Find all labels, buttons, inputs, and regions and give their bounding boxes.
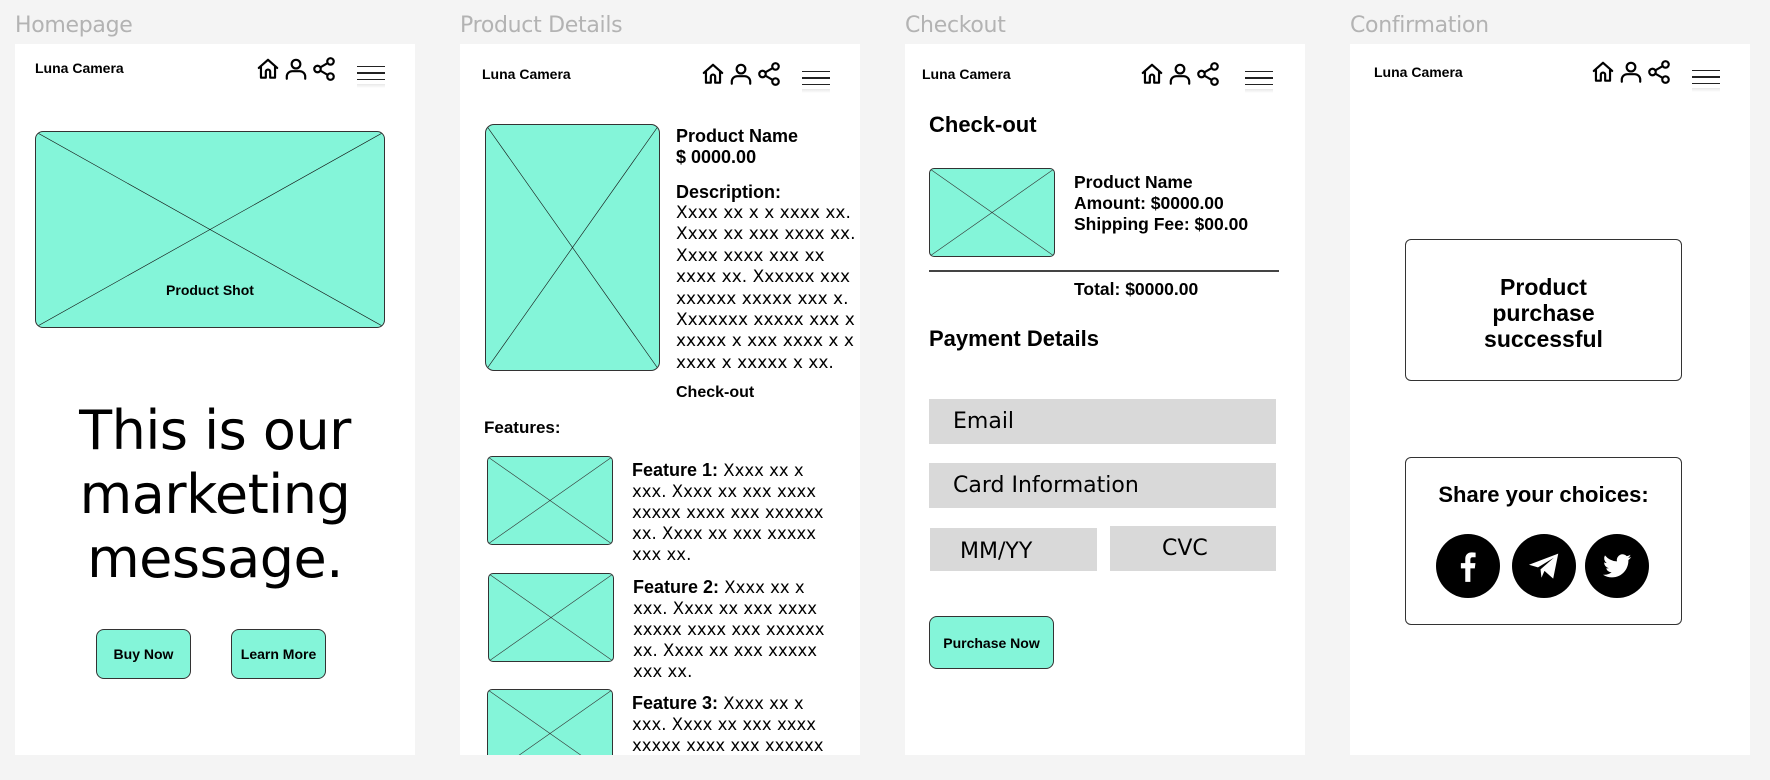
feature-3-text: Feature 3: Xxxx xx x xxx. Xxxx xx xxx xx… <box>632 693 842 755</box>
user-icon[interactable] <box>1167 61 1193 87</box>
checkout-link[interactable]: Check-out <box>676 384 754 402</box>
image-placeholder-icon <box>489 574 613 661</box>
checkout-product-name: Product Name <box>1074 172 1193 192</box>
purchase-success-card: Product purchase successful <box>1405 239 1682 381</box>
brand-logo[interactable]: Luna Camera <box>35 60 124 76</box>
facebook-icon <box>1460 552 1476 582</box>
user-icon[interactable] <box>728 61 754 87</box>
marketing-line: marketing <box>79 463 351 526</box>
cvc-field[interactable]: CVC <box>1110 526 1276 571</box>
description-text: Xxxx xx x x xxxx xx. Xxxx xx xxx xxxx xx… <box>676 203 856 373</box>
description-heading: Description: <box>676 182 782 202</box>
product-details-frame: Luna Camera Product Name $ 0000.00 Descr… <box>460 44 860 755</box>
product-title-block: Product Name $ 0000.00 <box>676 126 798 168</box>
home-icon[interactable] <box>1139 61 1165 87</box>
homepage-frame: Luna Camera Product Shot This is our mar… <box>15 44 415 755</box>
card-information-field[interactable]: Card Information <box>929 463 1276 508</box>
marketing-line: This is our <box>79 399 351 462</box>
checkout-frame: Luna Camera Check-out Product Name Amoun… <box>905 44 1305 755</box>
product-shot-label: Product Shot <box>166 282 254 298</box>
image-placeholder-icon <box>486 125 659 370</box>
summary-divider <box>929 270 1279 272</box>
checkout-title: Check-out <box>929 112 1037 137</box>
share-icon[interactable] <box>1195 61 1221 87</box>
product-name: Product Name <box>676 126 799 146</box>
frame-label-product-details: Product Details <box>460 13 623 38</box>
checkout-total: Total: $0000.00 <box>1074 279 1199 299</box>
marketing-line: message. <box>87 527 343 590</box>
brand-logo[interactable]: Luna Camera <box>922 66 1011 82</box>
home-icon[interactable] <box>700 61 726 87</box>
payment-details-heading: Payment Details <box>929 326 1099 351</box>
header-nav <box>1590 59 1672 85</box>
brand-logo[interactable]: Luna Camera <box>1374 64 1463 80</box>
feature-title: Feature 3: <box>632 693 719 713</box>
features-heading: Features: <box>484 418 561 437</box>
image-placeholder-icon <box>930 169 1054 256</box>
share-icon[interactable] <box>1646 59 1672 85</box>
product-image-placeholder <box>485 124 660 371</box>
checkout-amount: Amount: $0000.00 <box>1074 193 1224 213</box>
feature-title: Feature 2: <box>633 577 720 597</box>
twitter-share-button[interactable] <box>1585 534 1649 598</box>
confirmation-frame: Luna Camera Product purchase successful … <box>1350 44 1750 755</box>
feature-2-image <box>488 573 614 662</box>
frame-label-checkout: Checkout <box>905 13 1006 38</box>
feature-title: Feature 1: <box>632 460 719 480</box>
frame-label-homepage: Homepage <box>15 13 133 38</box>
purchase-now-button[interactable]: Purchase Now <box>929 616 1054 669</box>
share-heading: Share your choices: <box>1438 482 1649 507</box>
feature-1-text: Feature 1: Xxxx xx x xxx. Xxxx xx xxx xx… <box>632 460 842 565</box>
buy-now-button[interactable]: Buy Now <box>96 629 191 679</box>
header-nav <box>255 56 337 82</box>
image-placeholder-icon <box>488 457 612 544</box>
image-placeholder-icon <box>488 690 612 755</box>
telegram-share-button[interactable] <box>1512 534 1576 598</box>
expiry-field[interactable]: MM/YY <box>930 528 1097 571</box>
home-icon[interactable] <box>255 56 281 82</box>
feature-3-image <box>487 689 613 755</box>
learn-more-button[interactable]: Learn More <box>231 629 326 679</box>
success-line: successful <box>1484 326 1603 352</box>
facebook-share-button[interactable] <box>1436 534 1500 598</box>
product-price: $ 0000.00 <box>676 147 757 167</box>
marketing-message: This is our marketing message. <box>15 399 415 591</box>
purchase-success-message: Product purchase successful <box>1406 274 1681 352</box>
success-line: Product <box>1500 274 1587 300</box>
brand-logo[interactable]: Luna Camera <box>482 66 571 82</box>
order-summary: Product Name Amount: $0000.00 Shipping F… <box>1074 172 1248 235</box>
telegram-icon <box>1528 553 1559 579</box>
home-icon[interactable] <box>1590 59 1616 85</box>
checkout-product-image <box>929 168 1055 257</box>
product-shot-placeholder: Product Shot <box>35 131 385 328</box>
feature-1-image <box>487 456 613 545</box>
frame-label-confirmation: Confirmation <box>1350 13 1489 38</box>
header-nav <box>1139 61 1221 87</box>
hamburger-menu-icon[interactable] <box>357 62 385 88</box>
hamburger-menu-icon[interactable] <box>802 67 830 93</box>
hamburger-menu-icon[interactable] <box>1692 66 1720 92</box>
checkout-shipping-fee: Shipping Fee: $00.00 <box>1074 214 1249 234</box>
header-nav <box>700 61 782 87</box>
share-icon[interactable] <box>756 61 782 87</box>
success-line: purchase <box>1492 300 1595 326</box>
hamburger-menu-icon[interactable] <box>1245 67 1273 93</box>
user-icon[interactable] <box>283 56 309 82</box>
share-icon[interactable] <box>311 56 337 82</box>
share-card: Share your choices: <box>1405 457 1682 625</box>
user-icon[interactable] <box>1618 59 1644 85</box>
email-field[interactable]: Email <box>929 399 1276 444</box>
twitter-icon <box>1603 554 1632 578</box>
feature-2-text: Feature 2: Xxxx xx x xxx. Xxxx xx xxx xx… <box>633 577 843 682</box>
